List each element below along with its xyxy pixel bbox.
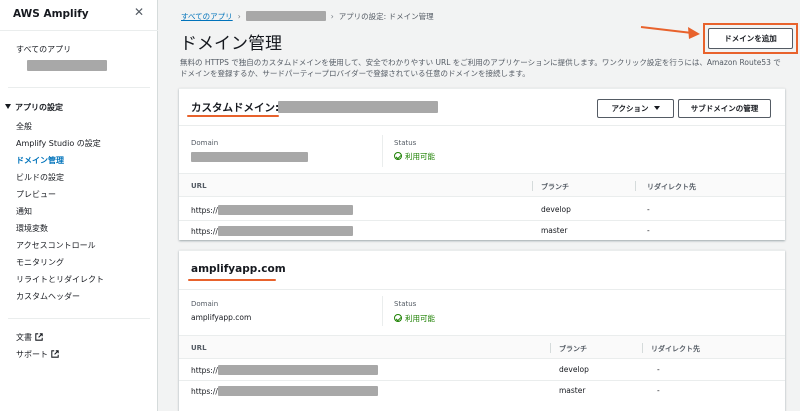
breadcrumb-current: アプリの設定: ドメイン管理 <box>338 12 434 21</box>
amplify-domain-card: amplifyapp.com Domain amplifyapp.com Sta… <box>179 250 785 411</box>
caret-down-icon <box>5 104 11 109</box>
amplify-domain-title: amplifyapp.com <box>191 263 286 275</box>
status-value: 利用可能 <box>405 314 435 323</box>
sidebar-item-previews[interactable]: プレビュー <box>16 189 56 200</box>
card-divider <box>179 125 785 126</box>
sidebar-item-environment-variables[interactable]: 環境変数 <box>16 223 48 234</box>
row-divider <box>179 380 785 381</box>
redacted-domain-value <box>191 152 308 162</box>
caret-down-icon <box>653 106 660 110</box>
redacted-breadcrumb-app[interactable] <box>245 11 326 21</box>
sidebar-item-rewrites-redirects[interactable]: リライトとリダイレクト <box>16 274 104 285</box>
column-separator <box>642 343 643 353</box>
actions-button[interactable]: アクション <box>597 99 674 118</box>
url-prefix: https:// <box>191 206 218 215</box>
redacted-url <box>217 386 378 396</box>
table-row-branch: develop <box>541 205 571 214</box>
manage-subdomains-button[interactable]: サブドメインの管理 <box>678 99 771 118</box>
sidebar-item-monitoring[interactable]: モニタリング <box>16 257 64 268</box>
row-divider <box>179 220 785 221</box>
status-available: 利用可能 <box>394 151 435 162</box>
url-prefix: https:// <box>191 387 218 396</box>
status-label: Status <box>394 139 417 147</box>
column-separator <box>532 181 533 191</box>
external-link-icon <box>35 333 43 341</box>
column-divider <box>382 296 383 326</box>
chevron-right-icon: › <box>237 12 241 21</box>
table-row-branch: master <box>541 226 568 235</box>
table-row-url[interactable]: https:// <box>191 205 353 215</box>
domain-label: Domain <box>191 300 219 308</box>
chevron-right-icon: › <box>330 12 334 21</box>
check-circle-icon <box>394 314 402 322</box>
table-row-redirect: - <box>647 226 650 235</box>
redacted-url <box>217 205 353 215</box>
actions-label: アクション <box>611 104 649 113</box>
breadcrumb-all-apps[interactable]: すべてのアプリ <box>181 12 233 21</box>
table-row-branch: develop <box>559 365 589 374</box>
column-divider <box>382 135 383 167</box>
table-row-url[interactable]: https:// <box>191 365 378 375</box>
column-separator <box>635 181 636 191</box>
sidebar-item-all-apps[interactable]: すべてのアプリ <box>16 44 71 55</box>
column-header-redirect: リダイレクト先 <box>647 183 696 191</box>
sidebar-title: AWS Amplify <box>13 8 89 20</box>
column-header-branch: ブランチ <box>559 345 587 353</box>
add-domain-button[interactable]: ドメインを追加 <box>708 28 793 49</box>
support-label: サポート <box>16 350 48 359</box>
redacted-custom-domain <box>278 101 438 113</box>
table-row-url[interactable]: https:// <box>191 226 353 236</box>
custom-domain-card: カスタムドメイン: アクション サブドメインの管理 Domain Status … <box>179 88 785 240</box>
sidebar-divider <box>8 318 150 319</box>
column-header-redirect: リダイレクト先 <box>651 345 700 353</box>
sidebar-divider <box>0 30 158 31</box>
external-link-icon <box>51 350 59 358</box>
annotation-arrow-icon <box>640 26 700 39</box>
table-row-redirect: - <box>657 365 660 374</box>
sidebar-item-general[interactable]: 全般 <box>16 121 32 132</box>
table-row-url[interactable]: https:// <box>191 386 378 396</box>
table-row-branch: master <box>559 386 586 395</box>
sidebar-item-notifications[interactable]: 通知 <box>16 206 32 217</box>
column-header-url: URL <box>191 344 207 352</box>
card-divider <box>179 289 785 290</box>
sidebar-section-app-settings[interactable]: アプリの設定 <box>5 102 63 113</box>
sidebar-divider <box>8 87 150 88</box>
sidebar-item-custom-headers[interactable]: カスタムヘッダー <box>16 291 80 302</box>
column-header-url: URL <box>191 182 207 190</box>
close-icon[interactable]: ✕ <box>134 6 144 18</box>
sidebar-item-build-settings[interactable]: ビルドの設定 <box>16 172 64 183</box>
redacted-url <box>217 226 353 236</box>
page-title: ドメイン管理 <box>180 34 282 54</box>
domain-label: Domain <box>191 139 219 147</box>
sidebar-item-access-control[interactable]: アクセスコントロール <box>16 240 96 251</box>
column-header-branch: ブランチ <box>541 183 569 191</box>
table-row-redirect: - <box>647 205 650 214</box>
table-row-redirect: - <box>657 386 660 395</box>
table-header: URL ブランチ リダイレクト先 <box>179 335 785 359</box>
url-prefix: https:// <box>191 366 218 375</box>
sidebar-item-domain-management[interactable]: ドメイン管理 <box>16 155 64 166</box>
sidebar-link-support[interactable]: サポート <box>16 349 59 360</box>
docs-label: 文書 <box>16 333 32 342</box>
annotation-underline <box>188 279 276 281</box>
status-value: 利用可能 <box>405 152 435 161</box>
redacted-url <box>217 365 378 375</box>
custom-domain-title: カスタムドメイン: <box>191 102 280 114</box>
sidebar-section-label: アプリの設定 <box>15 103 63 112</box>
column-separator <box>550 343 551 353</box>
sidebar-item-studio-settings[interactable]: Amplify Studio の設定 <box>16 138 101 149</box>
redacted-app-name[interactable] <box>27 60 107 71</box>
page-description: 無料の HTTPS で独自のカスタムドメインを使用して、安全でわかりやすい UR… <box>180 58 781 78</box>
table-header: URL ブランチ リダイレクト先 <box>179 173 785 197</box>
annotation-underline <box>187 115 279 117</box>
breadcrumb: すべてのアプリ › › アプリの設定: ドメイン管理 <box>181 11 434 22</box>
sidebar-link-docs[interactable]: 文書 <box>16 332 43 343</box>
domain-value: amplifyapp.com <box>191 313 252 322</box>
url-prefix: https:// <box>191 227 218 236</box>
status-label: Status <box>394 300 417 308</box>
status-available: 利用可能 <box>394 313 435 324</box>
sidebar: AWS Amplify ✕ すべてのアプリ アプリの設定 全般 Amplify … <box>0 0 158 411</box>
check-circle-icon <box>394 152 402 160</box>
